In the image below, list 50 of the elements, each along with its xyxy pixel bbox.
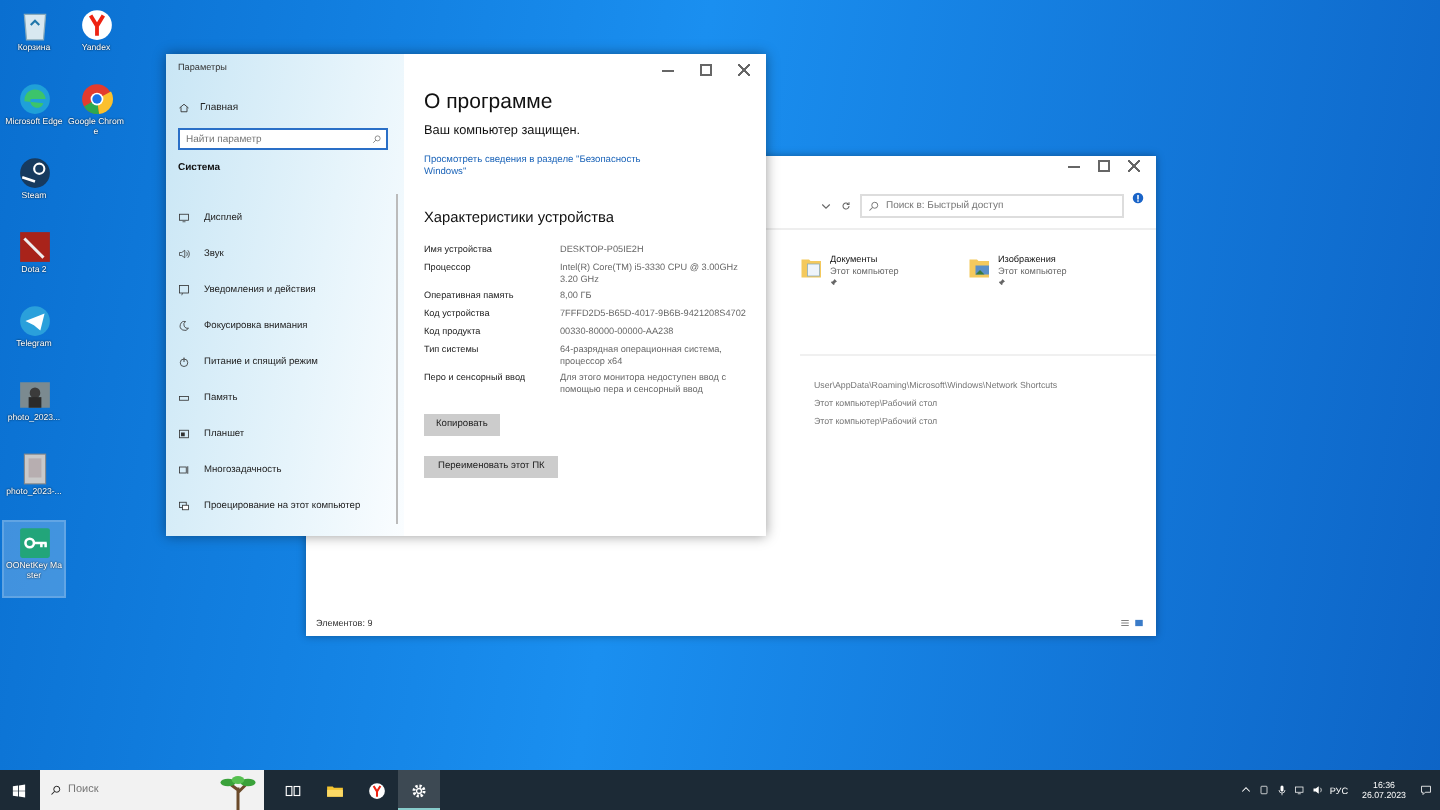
chevron-up-icon[interactable] [1239,784,1252,796]
minimize-button[interactable] [662,64,674,72]
minimize-button[interactable] [1068,160,1080,168]
search-icon [372,133,382,143]
help-icon[interactable] [1132,192,1144,204]
speaker-icon[interactable] [1311,784,1324,796]
notifications-icon[interactable] [1420,784,1432,796]
page-title: О программе [424,90,553,114]
pictures-folder-icon [968,254,992,280]
photo-placeholder [17,378,51,412]
multitask-icon [178,464,190,476]
maximize-button[interactable] [700,64,712,76]
power-icon [178,356,190,368]
network-icon[interactable] [1293,784,1306,796]
yandex-browser-icon [79,8,113,42]
maximize-button[interactable] [1098,160,1110,172]
message-icon [178,284,190,296]
close-button[interactable] [1128,160,1140,172]
chevron-down-icon[interactable] [820,200,832,212]
yandex-browser-icon [368,781,386,799]
taskbar-button[interactable] [398,770,440,810]
close-button[interactable] [738,64,750,76]
edge-browser-icon [17,82,51,116]
start-button[interactable] [12,783,26,797]
chrome-browser-icon [79,82,113,116]
microphone-icon[interactable] [1275,784,1288,796]
device-icon[interactable] [1257,784,1270,796]
folder-icon [326,781,344,799]
tile-view-icon[interactable] [1134,618,1144,628]
pin-icon [998,277,1006,286]
task-view-icon [284,781,302,799]
speaker-icon [178,248,190,260]
moon-icon [178,320,190,332]
paper-plane-icon [17,304,51,338]
projection-icon [178,500,190,512]
documents-folder-icon [800,254,824,280]
settings-icon [410,781,428,799]
monitor-icon [178,212,190,224]
key-icon [17,526,51,560]
tree-illustration [216,770,260,810]
steam-logo-icon [17,156,51,190]
search-icon [868,200,880,212]
sword-icon [17,230,51,264]
list-view-icon[interactable] [1120,618,1130,628]
home-icon [178,102,190,114]
refresh-icon[interactable] [840,200,852,212]
tablet-icon [178,428,190,440]
search-icon [50,784,62,796]
pin-icon [830,277,838,286]
storage-icon [178,392,190,404]
